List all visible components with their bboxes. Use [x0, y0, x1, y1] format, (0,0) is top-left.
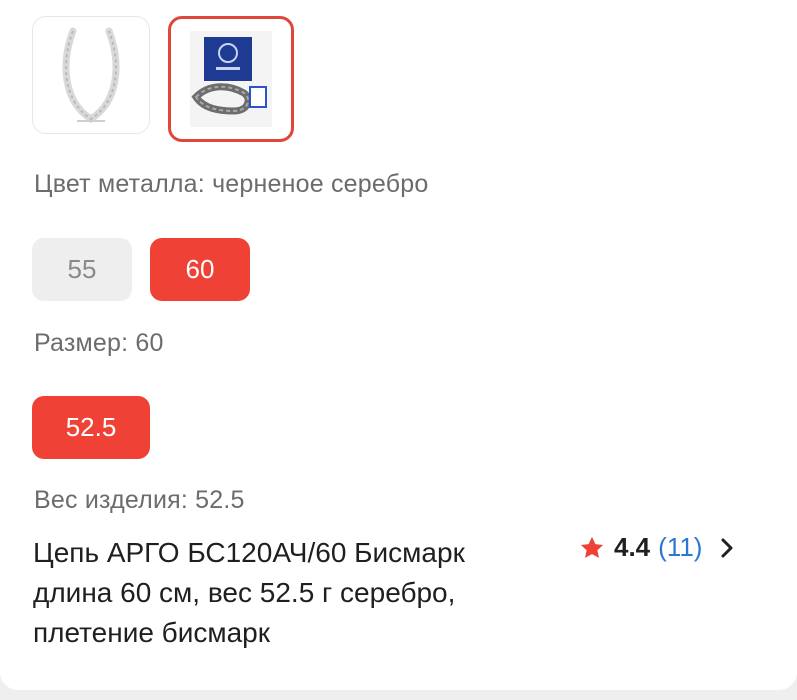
thumbnail-silver-chain[interactable] — [32, 16, 150, 134]
product-title: Цепь АРГО БС120АЧ/60 Бисмарк длина 60 см… — [33, 533, 563, 653]
size-label: Размер: 60 — [34, 329, 164, 357]
length-options: 55 60 — [32, 238, 250, 301]
chain-with-certificate-photo-icon — [190, 31, 272, 127]
chevron-right-icon — [721, 538, 733, 557]
star-icon — [580, 536, 604, 558]
weight-label: Вес изделия: 52.5 — [34, 486, 245, 514]
rating-link[interactable]: 4.4 (11) — [578, 532, 736, 563]
weight-option-52-5[interactable]: 52.5 — [32, 396, 150, 459]
product-card: Цвет металла: черненое серебро 55 60 Раз… — [0, 0, 797, 690]
rating-score: 4.4 — [614, 532, 651, 562]
silver-chain-photo-icon — [43, 23, 139, 127]
product-title-line-3: плетение бисмарк — [33, 617, 271, 648]
image-gallery — [32, 16, 294, 142]
weight-options: 52.5 — [32, 396, 150, 459]
metal-color-label: Цвет металла: черненое серебро — [34, 170, 429, 198]
thumbnail-chain-certificate[interactable] — [168, 16, 294, 142]
length-option-60[interactable]: 60 — [150, 238, 250, 301]
review-count: (11) — [658, 532, 703, 562]
product-title-line-2: длина 60 см, вес 52.5 г серебро, — [33, 577, 456, 608]
product-title-line-1: Цепь АРГО БС120АЧ/60 Бисмарк — [33, 537, 465, 568]
length-option-55[interactable]: 55 — [32, 238, 132, 301]
